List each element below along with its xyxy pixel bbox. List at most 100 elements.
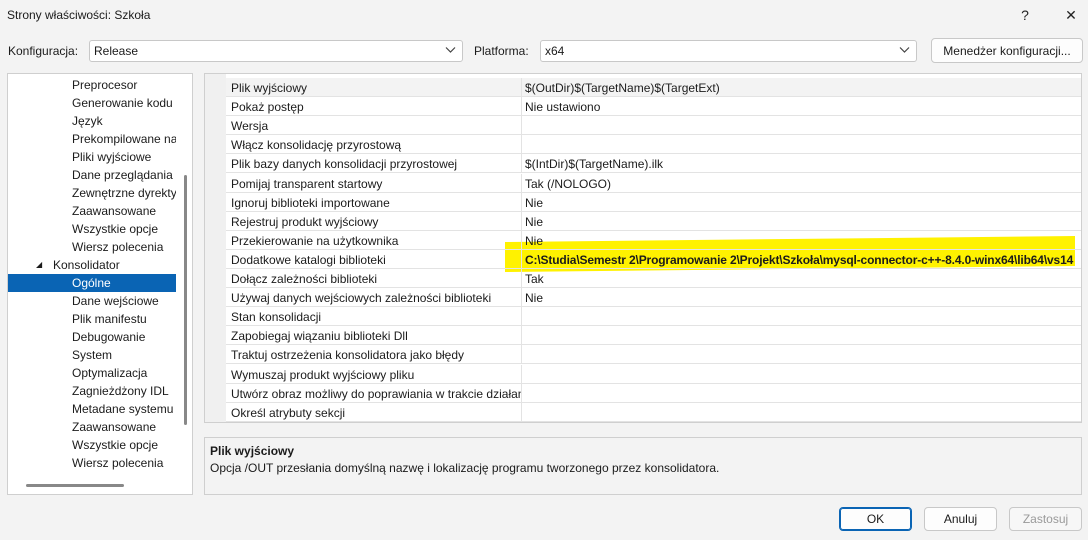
tree-horizontal-scrollbar[interactable] (26, 484, 124, 487)
property-row[interactable]: Ignoruj biblioteki importowane Nie (226, 192, 1081, 212)
property-row[interactable]: Dołącz zależności biblioteki Tak (226, 269, 1081, 288)
property-row[interactable]: Wymuszaj produkt wyjściowy pliku (226, 364, 1081, 384)
property-name: Rejestruj produkt wyjściowy (231, 214, 379, 229)
property-row[interactable]: Rejestruj produkt wyjściowy Nie (226, 211, 1081, 231)
property-row[interactable]: Dodatkowe katalogi biblioteki C:\Studia\S… (226, 249, 1081, 269)
column-separator (521, 211, 522, 231)
tree-item[interactable]: System (8, 346, 176, 364)
tree-item[interactable]: Dane wejściowe (8, 292, 176, 310)
column-separator (521, 402, 522, 422)
tree-item[interactable]: Wiersz polecenia (8, 454, 176, 472)
property-value[interactable]: Nie (525, 215, 543, 229)
property-row[interactable]: Używaj danych wejściowych zależności bib… (226, 288, 1081, 308)
collapse-arrow-icon[interactable]: ◢ (36, 256, 42, 274)
property-value[interactable]: Nie ustawiono (525, 100, 600, 114)
property-name: Stan konsolidacji (231, 310, 322, 325)
property-name: Określ atrybuty sekcji (231, 405, 346, 420)
property-value[interactable]: C:\Studia\Semestr 2\Programowanie 2\Proj… (525, 253, 1073, 267)
property-value[interactable]: Nie (525, 234, 543, 248)
tree-item[interactable]: Plik manifestu (8, 310, 176, 328)
property-name: Zapobiegaj wiązaniu biblioteki Dll (231, 329, 408, 344)
tree-item-label: Generowanie kodu (72, 96, 173, 110)
tree-item[interactable]: Zaawansowane (8, 418, 176, 436)
property-name: Dodatkowe katalogi biblioteki (231, 252, 386, 267)
tree-item[interactable]: Prekompilowane na (8, 130, 176, 148)
property-row[interactable]: Przekierowanie na użytkownika Nie (226, 230, 1081, 250)
tree-item[interactable]: Ogólne (8, 274, 176, 292)
property-value[interactable]: Nie (525, 196, 543, 210)
chevron-down-icon (445, 44, 456, 58)
column-separator (521, 173, 522, 193)
property-row[interactable]: Określ atrybuty sekcji (226, 402, 1081, 422)
property-row[interactable]: Wersja (226, 116, 1081, 136)
property-value[interactable]: $(OutDir)$(TargetName)$(TargetExt) (525, 81, 720, 95)
description-text: Opcja /OUT przesłania domyślną nazwę i l… (210, 461, 720, 475)
tree-item-label: Prekompilowane na (72, 132, 176, 146)
config-value: Release (94, 44, 139, 58)
tree-item-label: Zaawansowane (72, 420, 157, 434)
config-dropdown[interactable]: Release (89, 40, 463, 62)
apply-button[interactable]: Zastosuj (1009, 507, 1082, 531)
column-separator (521, 383, 522, 403)
property-value[interactable]: Nie (525, 291, 543, 305)
property-name: Ignoruj biblioteki importowane (231, 195, 390, 210)
tree-item-label: Wiersz polecenia (72, 456, 164, 470)
property-value[interactable]: $(IntDir)$(TargetName).ilk (525, 157, 663, 171)
column-separator (521, 288, 522, 308)
property-name: Przekierowanie na użytkownika (231, 233, 399, 248)
property-row[interactable]: Plik bazy danych konsolidacji przyrostow… (226, 154, 1081, 174)
tree-item[interactable]: Zagnieżdżony IDL (8, 382, 176, 400)
tree-item[interactable]: Optymalizacja (8, 364, 176, 382)
tree-item-label: Metadane systemu (72, 402, 174, 416)
platform-dropdown[interactable]: x64 (540, 40, 917, 62)
property-row[interactable]: Włącz konsolidację przyrostową (226, 135, 1081, 155)
tree-item[interactable]: Wszystkie opcje (8, 220, 176, 238)
property-value[interactable]: Tak (/NOLOGO) (525, 177, 611, 191)
chevron-down-icon (899, 44, 910, 58)
column-separator (521, 135, 522, 155)
column-separator (521, 364, 522, 384)
column-separator (521, 78, 522, 97)
column-separator (521, 116, 522, 136)
property-row[interactable]: Pomijaj transparent startowy Tak (/NOLOGO… (226, 173, 1081, 193)
tree-item-label: Optymalizacja (72, 366, 148, 380)
tree-item-label: Dane przeglądania (72, 168, 173, 182)
help-icon[interactable]: ? (1002, 0, 1048, 30)
property-row[interactable]: Pokaż postęp Nie ustawiono (226, 97, 1081, 117)
config-label: Konfiguracja: (8, 44, 79, 58)
tree-item[interactable]: Dane przeglądania (8, 166, 176, 184)
tree-item[interactable]: Preprocesor (8, 76, 176, 94)
tree-item[interactable]: Zewnętrzne dyrekty (8, 184, 176, 202)
tree-item[interactable]: Wszystkie opcje (8, 436, 176, 454)
property-name: Włącz konsolidację przyrostową (231, 138, 402, 153)
tree-item[interactable]: Język (8, 112, 176, 130)
ok-button[interactable]: OK (839, 507, 912, 531)
property-name: Wersja (231, 119, 269, 134)
title-bar: Strony właściwości: Szkoła ? ✕ (0, 0, 1088, 32)
property-row[interactable]: Traktuj ostrzeżenia konsolidatora jako b… (226, 345, 1081, 365)
tree-item[interactable]: Debugowanie (8, 328, 176, 346)
category-tree[interactable]: Preprocesor Generowanie kodu Język Prekompi… (7, 73, 193, 495)
tree-vertical-scrollbar[interactable] (184, 175, 187, 425)
tree-item[interactable]: Wiersz polecenia (8, 238, 176, 256)
column-separator (521, 154, 522, 174)
tree-item-label: Ogólne (72, 276, 111, 290)
property-name: Pokaż postęp (231, 100, 304, 115)
configuration-manager-button[interactable]: Menedżer konfiguracji... (931, 38, 1083, 63)
tree-item-label: Wszystkie opcje (72, 438, 159, 452)
tree-item[interactable]: Metadane systemu (8, 400, 176, 418)
window-title: Strony właściwości: Szkoła (7, 8, 151, 22)
property-row[interactable]: Stan konsolidacji (226, 307, 1081, 327)
tree-item-label: Pliki wyjściowe (72, 150, 152, 164)
property-row[interactable]: Plik wyjściowy $(OutDir)$(TargetName)$(Ta… (226, 78, 1081, 97)
tree-item-label: Plik manifestu (72, 312, 147, 326)
property-value[interactable]: Tak (525, 272, 544, 286)
cancel-button[interactable]: Anuluj (924, 507, 997, 531)
tree-item[interactable]: Generowanie kodu (8, 94, 176, 112)
tree-item[interactable]: Pliki wyjściowe (8, 148, 176, 166)
tree-item[interactable]: ◢ Konsolidator (8, 256, 176, 274)
close-icon[interactable]: ✕ (1048, 0, 1088, 30)
tree-item[interactable]: Zaawansowane (8, 202, 176, 220)
property-row[interactable]: Utwórz obraz możliwy do poprawiania w tr… (226, 383, 1081, 403)
property-row[interactable]: Zapobiegaj wiązaniu biblioteki Dll (226, 326, 1081, 346)
